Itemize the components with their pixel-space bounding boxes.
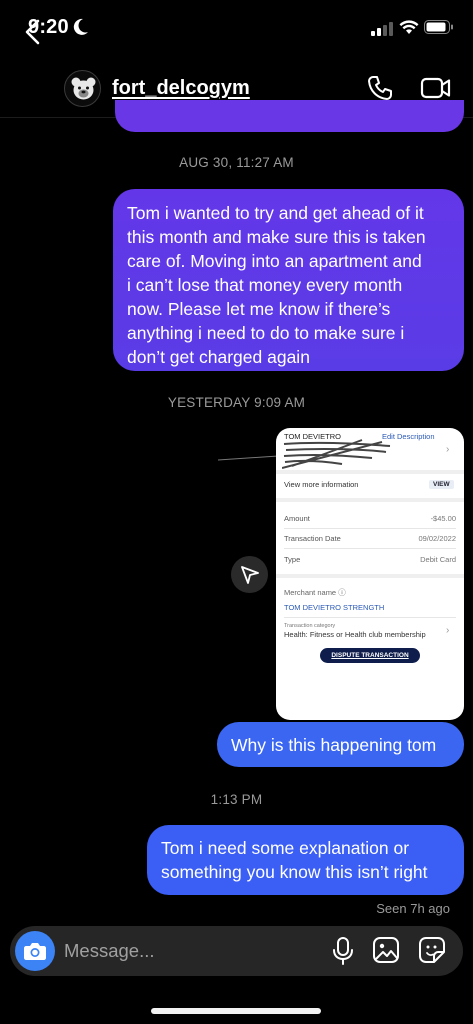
message-text-line: Tom i wanted to try and get ahead of it: [127, 203, 424, 223]
moon-icon: [73, 18, 88, 35]
cellular-signal-icon: [371, 22, 393, 36]
receipt-row-label: Transaction Date: [284, 534, 341, 543]
message-timestamp: 1:13 PM: [210, 792, 263, 807]
receipt-row-value: -$45.00: [430, 514, 456, 523]
chevron-right-icon: ›: [446, 625, 450, 636]
message-text-line: something you know this isn’t right: [161, 862, 428, 882]
shared-image-bank-transaction[interactable]: TOM DEVIETRO Edit Description › View mor…: [276, 428, 464, 720]
receipt-row-label: Type: [284, 555, 301, 564]
video-camera-icon[interactable]: [420, 74, 452, 102]
message-text-line: care of. Moving into an apartment and: [127, 251, 422, 271]
chat-username[interactable]: fort_delcogym: [112, 77, 250, 100]
microphone-icon[interactable]: [330, 936, 356, 966]
avatar[interactable]: [64, 70, 101, 107]
receipt-divider: [284, 528, 456, 529]
receipt-divider: [284, 617, 456, 618]
phone-icon[interactable]: [366, 74, 394, 102]
receipt-row-value: Debit Card: [420, 555, 456, 564]
seen-status: Seen 7h ago: [376, 901, 450, 916]
sent-message-bubble[interactable]: Tom i need some explanation or something…: [147, 825, 464, 895]
receipt-dispute-button: DISPUTE TRANSACTION: [320, 648, 420, 663]
send-icon: [241, 566, 259, 584]
receipt-divider: [276, 470, 464, 474]
receipt-merchant-label: Merchant name ⓘ: [284, 588, 346, 597]
message-text-line: this month and make sure this is taken: [127, 227, 426, 247]
wifi-icon: [399, 20, 419, 34]
receipt-redaction-scribble: [282, 439, 391, 469]
chevron-left-icon[interactable]: [22, 18, 42, 46]
camera-icon: [24, 943, 46, 960]
message-text: Why is this happening tom: [231, 735, 437, 755]
receipt-category: Health: Fitness or Health club membershi…: [284, 630, 426, 639]
message-text-line: i can’t lose that money every month: [127, 275, 403, 295]
receipt-divider: [276, 574, 464, 578]
message-text-line: anything i need to do to make sure i: [127, 323, 405, 343]
previous-message-bubble[interactable]: [115, 100, 464, 132]
message-text-line: Tom i need some explanation or: [161, 838, 410, 858]
message-timestamp: AUG 30, 11:27 AM: [179, 155, 294, 170]
receipt-category-label: Transaction category: [284, 623, 336, 629]
sent-message-bubble[interactable]: Tom i wanted to try and get ahead of it …: [113, 189, 464, 371]
message-text-line: don’t get charged again: [127, 347, 310, 367]
status-bar: 9:20: [0, 0, 473, 56]
message-text-line: now. Please let me know if there’s: [127, 299, 391, 319]
battery-icon: [424, 20, 453, 34]
receipt-view-button: VIEW: [429, 480, 454, 489]
receipt-divider: [276, 498, 464, 502]
message-input[interactable]: Message...: [64, 940, 155, 962]
receipt-row-value: 09/02/2022: [418, 534, 456, 543]
chevron-right-icon: ›: [446, 444, 450, 455]
share-button[interactable]: [231, 556, 268, 593]
camera-button[interactable]: [15, 931, 55, 971]
receipt-row-label: Amount: [284, 514, 310, 523]
receipt-merchant-name: TOM DEVIETRO STRENGTH: [284, 603, 385, 612]
sent-message-bubble[interactable]: Why is this happening tom: [217, 722, 464, 767]
message-timestamp: YESTERDAY 9:09 AM: [167, 395, 306, 410]
receipt-divider: [284, 548, 456, 549]
gallery-icon[interactable]: [372, 936, 400, 964]
home-indicator[interactable]: [151, 1008, 321, 1014]
receipt-view-more: View more information: [284, 480, 359, 489]
sticker-icon[interactable]: [418, 936, 446, 964]
